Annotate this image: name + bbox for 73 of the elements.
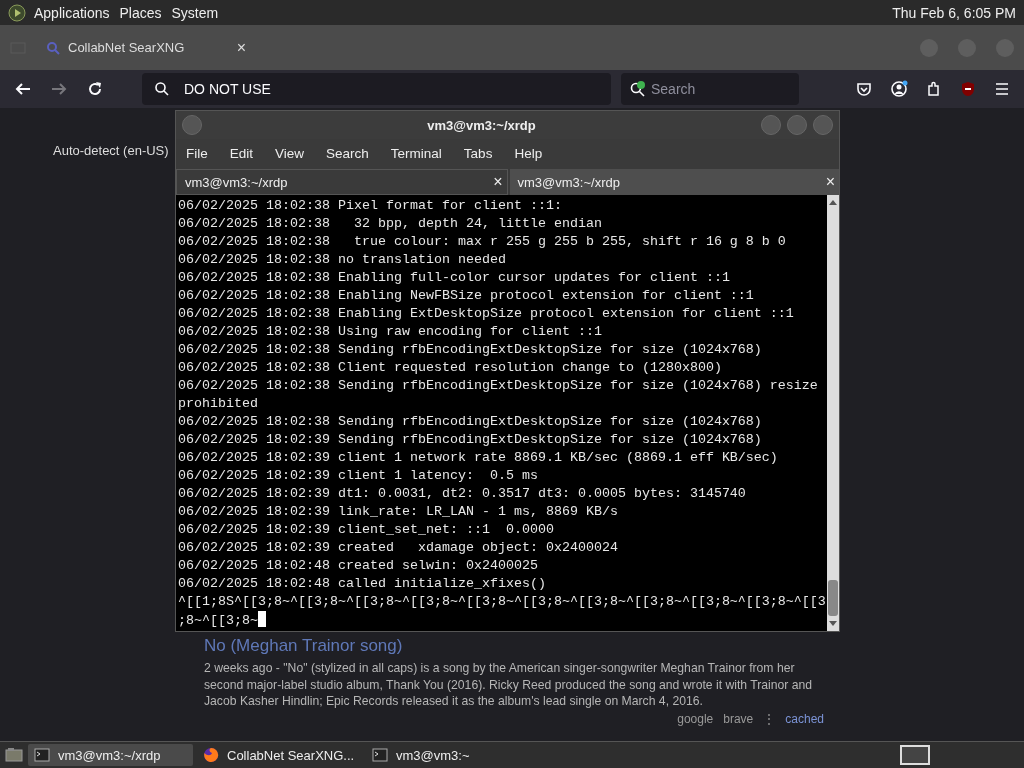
separator-mark: ⋮ <box>763 711 776 726</box>
browser-tab[interactable]: CollabNet SearXNG × <box>36 30 256 65</box>
cached-link[interactable]: cached <box>785 711 824 726</box>
browser-icon <box>203 747 219 763</box>
scrollbar-thumb[interactable] <box>828 580 838 616</box>
taskbar-button[interactable]: vm3@vm3:~ <box>366 744 531 766</box>
taskbar-button[interactable]: vm3@vm3:~/xrdp <box>28 744 193 766</box>
terminal-line: 06/02/2025 18:02:48 called initialize_xfixes() <box>178 575 547 593</box>
address-bar[interactable]: DO NOT USE <box>142 73 611 105</box>
terminal-line: ;8~^[[3;8~ <box>178 611 827 629</box>
result-title-link[interactable]: No (Meghan Trainor song) <box>204 636 824 656</box>
close-tab-button[interactable]: × <box>825 173 835 191</box>
reload-icon[interactable] <box>86 80 104 98</box>
show-desktop-icon[interactable] <box>4 746 24 764</box>
menu-item[interactable]: Edit <box>229 145 254 161</box>
terminal-tab[interactable]: vm3@vm3:~/xrdp × <box>176 169 508 195</box>
panel-menu[interactable]: System <box>171 4 219 21</box>
terminal-line: 06/02/2025 18:02:38 Sending rfbEncodingExtDesktopSize for size (1024x768) <box>178 341 763 359</box>
terminal-line: 06/02/2025 18:02:38 Pixel format for client ::1: <box>178 197 563 215</box>
terminal-line: 06/02/2025 18:02:39 client 1 network rate 8869.1 KB/sec (8869.1 eff KB/sec) <box>178 449 779 467</box>
engine-link[interactable]: google <box>677 711 714 726</box>
shield-icon[interactable] <box>960 81 976 97</box>
close-tab-button[interactable]: × <box>493 173 503 191</box>
terminal-line: 06/02/2025 18:02:38 32 bpp, depth 24, little endian <box>178 215 603 233</box>
terminal-line: 06/02/2025 18:02:38 Client requested resolution change to (1280x800) <box>178 359 723 377</box>
terminal-icon <box>372 748 388 762</box>
terminal-line: 06/02/2025 18:02:38 Sending rfbEncodingExtDesktopSize for size (1024x768) resize <box>178 377 819 395</box>
result-snippet: 2 weeks ago - "No" (stylized in all caps) is a song by the American singer-songwriter Meghan Trainor from her second major-label studio album, Thank You (2016). Ricky Reed produced the song and wrote it with Trainor and Jacob Kasher Hindlin; Epic Records released it as the album's lead single on March 4, 2016. <box>204 660 814 710</box>
menu-item[interactable]: Terminal <box>390 145 442 161</box>
terminal-line: 06/02/2025 18:02:39 Sending rfbEncodingExtDesktopSize for size (1024x768) <box>178 431 763 449</box>
menu-item[interactable]: View <box>275 145 305 161</box>
engine-link[interactable]: brave <box>723 711 754 726</box>
workspace-icon[interactable] <box>900 745 930 765</box>
search-field[interactable]: Search <box>621 73 799 105</box>
search-icon <box>154 81 170 97</box>
terminal-line: 06/02/2025 18:02:39 created xdamage object: 0x2400024 <box>178 539 619 557</box>
extensions-icon[interactable] <box>926 81 942 97</box>
panel-menu[interactable]: Places <box>119 4 162 21</box>
clock[interactable]: Thu Feb 6, 6:05 PM <box>892 4 1016 21</box>
close-tab-button[interactable]: × <box>236 38 246 57</box>
terminal-line: 06/02/2025 18:02:38 Enabling ExtDesktopSize protocol extension for client ::1 <box>178 305 795 323</box>
terminal-line: 06/02/2025 18:02:39 client 1 latency: 0.5 ms <box>178 467 539 485</box>
menu-icon[interactable] <box>994 82 1010 96</box>
terminal-icon <box>34 748 50 762</box>
window-title: vm3@vm3:~/xrdp <box>426 117 537 133</box>
terminal-tab[interactable]: vm3@vm3:~/xrdp × <box>509 169 839 195</box>
terminal-line: 06/02/2025 18:02:39 dt1: 0.0031, dt2: 0.3517 dt3: 0.0005 bytes: 3145740 <box>178 485 747 503</box>
terminal-line: 06/02/2025 18:02:39 link_rate: LR_LAN - 1 ms, 8869 KB/s <box>178 503 619 521</box>
scroll-down-icon[interactable] <box>828 620 838 628</box>
menu-item[interactable]: File <box>186 145 208 161</box>
menu-item[interactable]: Search <box>326 145 369 161</box>
terminal-line: ^[[1;8S^[[3;8~^[[3;8~^[[3;8~^[[3;8~^[[3;8~^[[3;8~^[[3;8~^[[3;8~^[[3;8~^[[3;8~^[[3 <box>178 593 827 611</box>
search-engine-icon <box>46 40 60 55</box>
menu-item[interactable]: Help <box>514 145 543 161</box>
terminal-line: 06/02/2025 18:02:39 client_set_net: ::1 0.0000 <box>178 521 555 539</box>
scroll-up-icon[interactable] <box>828 198 838 206</box>
terminal-line: 06/02/2025 18:02:38 Enabling NewFBSize protocol extension for client ::1 <box>178 287 755 305</box>
tab-title: CollabNet SearXNG <box>68 40 185 55</box>
terminal-line: 06/02/2025 18:02:38 Enabling full-color cursor updates for client ::1 <box>178 269 731 287</box>
terminal-line: 06/02/2025 18:02:38 Sending rfbEncodingExtDesktopSize for size (1024x768) <box>178 413 763 431</box>
terminal-line: 06/02/2025 18:02:38 true colour: max r 255 g 255 b 255, shift r 16 g 8 b 0 <box>178 233 787 251</box>
terminal-line: 06/02/2025 18:02:38 no translation needed <box>178 251 507 269</box>
account-icon[interactable] <box>890 80 908 98</box>
terminal-line: prohibited <box>178 395 259 413</box>
terminal-line: 06/02/2025 18:02:48 created selwin: 0x2400025 <box>178 557 539 575</box>
terminal-line: 06/02/2025 18:02:38 Using raw encoding for client ::1 <box>178 323 603 341</box>
taskbar-button[interactable]: CollabNet SearXNG... <box>197 744 362 766</box>
pocket-icon[interactable] <box>856 81 872 97</box>
menu-item[interactable]: Tabs <box>463 145 493 161</box>
distro-logo-icon[interactable] <box>8 3 26 22</box>
text-cursor <box>258 611 266 627</box>
language-selector[interactable]: Auto-detect (en-US) <box>53 143 169 158</box>
panel-menu[interactable]: Applications <box>34 4 110 21</box>
